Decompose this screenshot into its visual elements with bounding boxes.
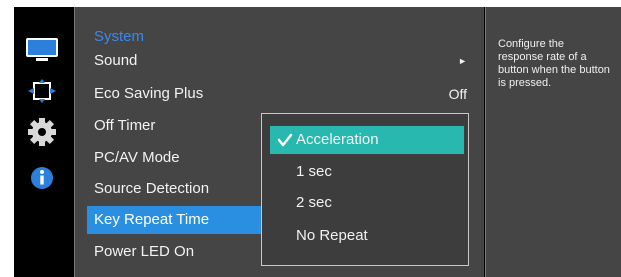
option-label: 2 sec xyxy=(296,194,332,211)
info-description: Configure the response rate of a button … xyxy=(498,38,610,89)
menu-item-label: Sound xyxy=(94,52,138,69)
monitor-icon[interactable] xyxy=(24,36,60,64)
option-label: 1 sec xyxy=(296,163,332,180)
menu-item-label: Off Timer xyxy=(94,117,156,134)
option-1-sec[interactable]: 1 sec xyxy=(270,158,464,186)
menu-item-label: PC/AV Mode xyxy=(94,149,180,166)
menu-item-label: Source Detection xyxy=(94,180,210,197)
menu-item-sound[interactable]: Sound ► xyxy=(75,45,484,77)
option-label: No Repeat xyxy=(296,227,368,244)
menu-item-eco-saving-plus[interactable]: Eco Saving Plus Off xyxy=(75,78,484,110)
info-icon[interactable] xyxy=(24,164,60,192)
submenu-arrow-icon: ► xyxy=(458,56,467,66)
menu-item-label: Key Repeat Time xyxy=(94,211,210,228)
option-acceleration[interactable]: Acceleration xyxy=(270,126,464,154)
option-no-repeat[interactable]: No Repeat xyxy=(270,222,464,250)
size-position-icon[interactable] xyxy=(24,77,60,105)
option-label: Acceleration xyxy=(296,131,379,148)
gear-icon[interactable] xyxy=(24,118,60,146)
menu-item-value: Off xyxy=(448,86,467,102)
key-repeat-time-popup: Acceleration 1 sec 2 sec No Repeat xyxy=(261,113,469,266)
menu-item-label: Power LED On xyxy=(94,243,195,260)
option-2-sec[interactable]: 2 sec xyxy=(270,189,464,217)
menu-item-label: Eco Saving Plus xyxy=(94,85,204,102)
